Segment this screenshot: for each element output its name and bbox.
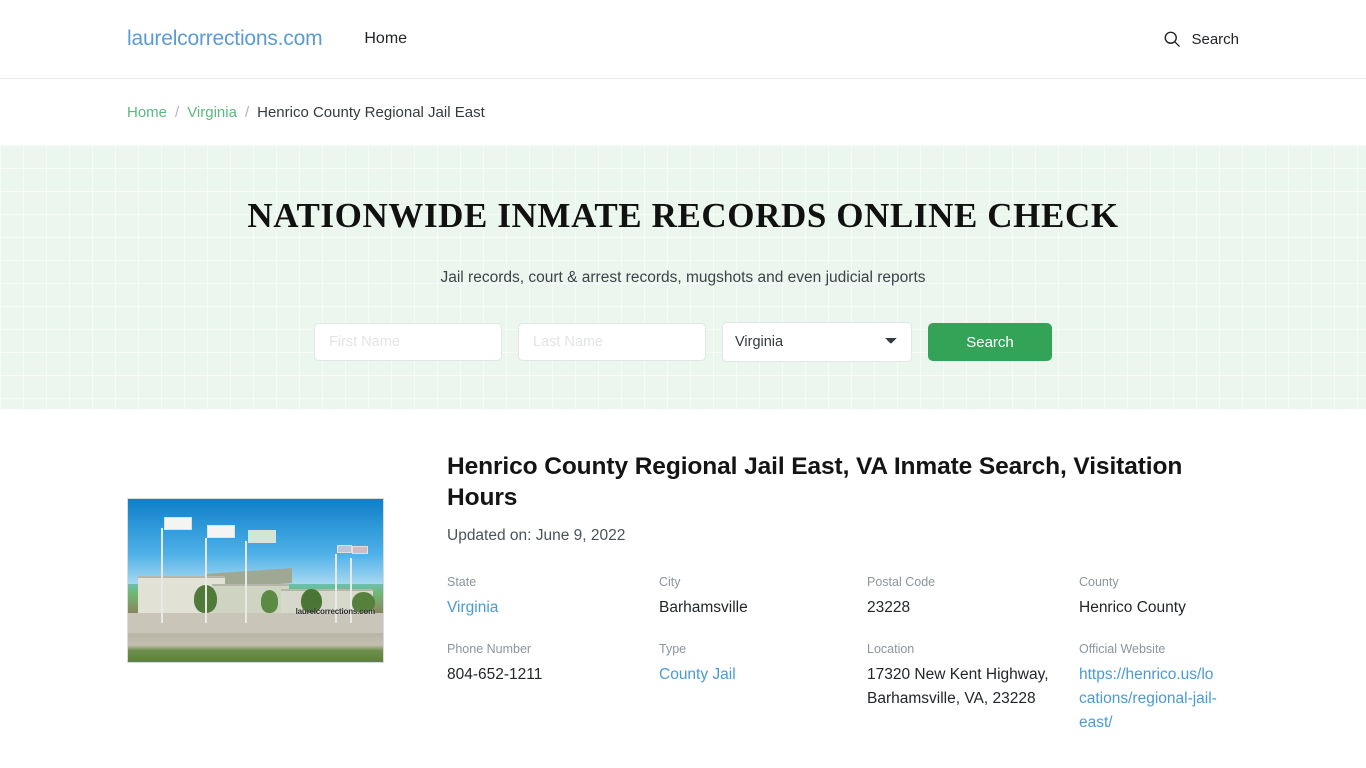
state-select[interactable]: Virginia [722,322,912,362]
info-value-phone-number: 804-652-1211 [447,666,543,684]
info-value-county: Henrico County [1079,599,1186,617]
info-field-county: County Henrico County [1079,575,1239,620]
info-label: Postal Code [867,575,936,590]
updated-date: Updated on: June 9, 2022 [447,527,626,545]
nav-item-home[interactable]: Home [362,26,409,52]
breadcrumb-separator: / [244,103,250,121]
info-field-phone-number: Phone Number 804-652-1211 [447,642,659,735]
photo-tree [260,590,279,614]
info-label: State [447,575,477,590]
header-search-toggle[interactable]: Search [1162,29,1239,49]
info-value-postal-code: 23228 [867,599,911,617]
search-icon [1162,29,1182,49]
photo-flag [247,529,276,543]
facility-photo-column: laurelcorrections.com [127,452,417,663]
info-field-location: Location 17320 New Kent Highway, Barhams… [867,642,1079,735]
info-value-official-website[interactable]: https://henrico.us/locations/regional-ja… [1079,666,1217,731]
info-field-postal-code: Postal Code 23228 [867,575,1079,620]
photo-ground [128,632,383,662]
info-label: City [659,575,681,590]
facility-photo: laurelcorrections.com [127,498,384,663]
info-value-type[interactable]: County Jail [659,666,736,683]
hero-title: NATIONWIDE INMATE RECORDS ONLINE CHECK [247,196,1119,235]
breadcrumb: Home / Virginia / Henrico County Regiona… [0,79,1366,145]
breadcrumb-separator: / [175,103,180,121]
hero-subtitle: Jail records, court & arrest records, mu… [440,269,926,286]
facility-info-grid: State Virginia City Barhamsville Postal … [447,575,1239,735]
photo-flag [337,544,353,553]
hero-section: NATIONWIDE INMATE RECORDS ONLINE CHECK J… [0,145,1366,409]
info-field-type: Type County Jail [659,642,867,735]
article-column: Henrico County Regional Jail East, VA In… [417,452,1239,735]
info-value-city: Barhamsville [659,599,748,617]
info-value-state[interactable]: Virginia [447,599,498,616]
info-label: Location [867,642,915,657]
photo-flag [207,525,236,539]
photo-flagpole [245,541,248,623]
info-value-location: 17320 New Kent Highway, Barhamsville, VA… [867,666,1049,708]
main-content: laurelcorrections.com Henrico County Reg… [0,409,1366,735]
photo-flagpole [161,528,164,623]
site-header: laurelcorrections.com Home Search [0,0,1366,79]
search-submit-button[interactable]: Search [928,323,1052,361]
info-label: Official Website [1079,642,1166,657]
info-label: County [1079,575,1119,590]
info-field-official-website: Official Website https://henrico.us/loca… [1079,642,1239,735]
inmate-search-form: Virginia Search [314,322,1052,362]
page-title: Henrico County Regional Jail East, VA In… [447,453,1183,511]
search-toggle-label: Search [1191,30,1239,48]
photo-flag [352,546,368,555]
breadcrumb-item-home[interactable]: Home [127,104,167,121]
info-label: Phone Number [447,642,532,657]
first-name-input[interactable] [314,323,502,361]
breadcrumb-item-current: Henrico County Regional Jail East [257,103,485,121]
info-label: Type [659,642,687,657]
photo-flag [163,516,192,530]
info-field-city: City Barhamsville [659,575,867,620]
breadcrumb-item-virginia[interactable]: Virginia [187,104,237,121]
photo-flagpole [204,538,207,623]
site-logo[interactable]: laurelcorrections.com [127,27,323,51]
info-field-state: State Virginia [447,575,659,620]
photo-watermark: laurelcorrections.com [295,607,376,617]
last-name-input[interactable] [518,323,706,361]
primary-nav: Home [362,26,409,52]
